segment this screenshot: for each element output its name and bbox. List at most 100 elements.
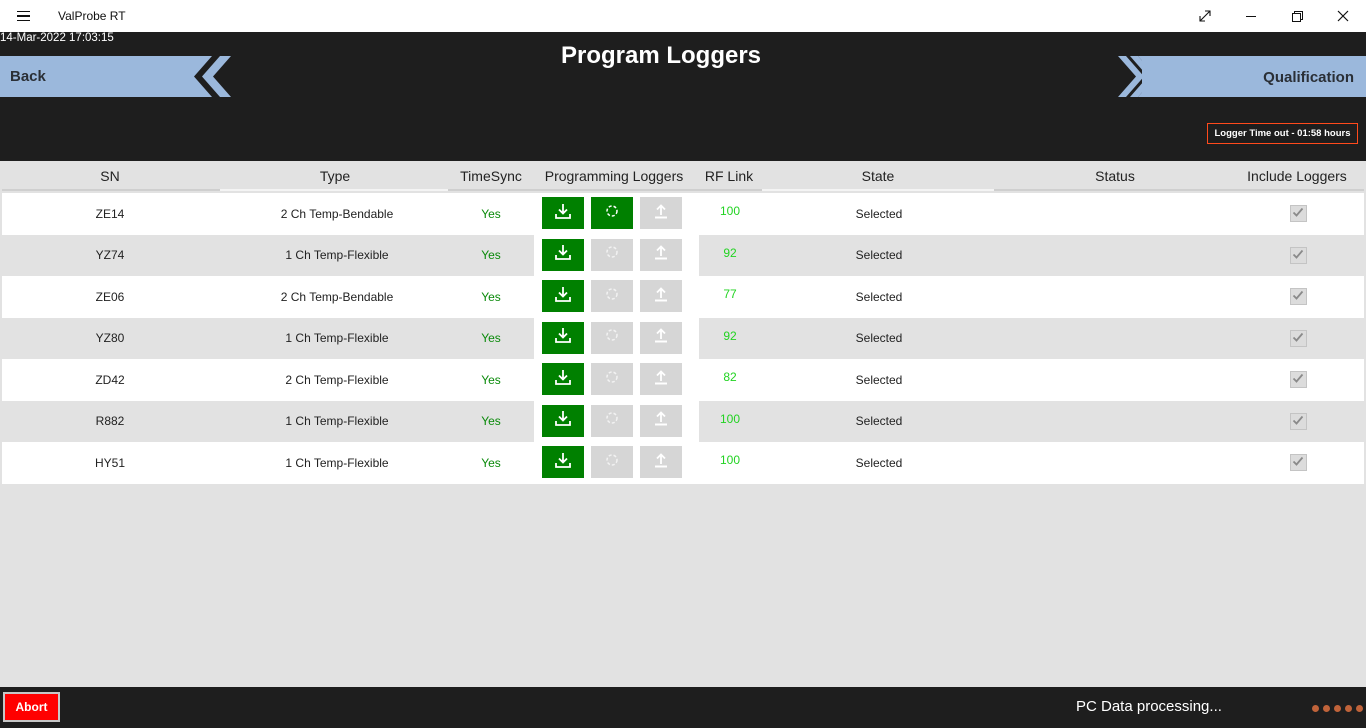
- cell-sn: YZ80: [95, 331, 125, 346]
- sync-icon: [605, 245, 619, 264]
- col-header-timesync[interactable]: TimeSync: [448, 168, 534, 184]
- download-button[interactable]: [542, 404, 584, 437]
- upload-button[interactable]: [640, 446, 682, 478]
- cell-sn: HY51: [94, 455, 126, 470]
- table-row[interactable]: R882 1 Ch Temp-Flexible Yes 100 Selected: [2, 400, 1364, 443]
- fullscreen-icon[interactable]: [1182, 0, 1228, 32]
- cell-state: Selected: [855, 414, 903, 429]
- upload-icon: [652, 326, 670, 349]
- cell-rf-link: 100: [719, 453, 741, 467]
- sync-icon: [605, 287, 619, 306]
- table-row[interactable]: HY51 1 Ch Temp-Flexible Yes 100 Selected: [2, 442, 1364, 484]
- minimize-icon[interactable]: [1228, 0, 1274, 32]
- hamburger-icon[interactable]: [8, 2, 38, 30]
- cell-state: Selected: [855, 372, 903, 387]
- download-button[interactable]: [542, 446, 584, 478]
- col-header-state[interactable]: State: [764, 168, 992, 184]
- cell-sn: R882: [95, 414, 125, 429]
- checkmark-icon: [1292, 414, 1304, 429]
- chevron-left-icon: [190, 56, 231, 97]
- table-row[interactable]: YZ74 1 Ch Temp-Flexible Yes 92 Selected: [2, 234, 1364, 276]
- title-bar: ValProbe RT: [0, 0, 1366, 32]
- cell-status: [992, 359, 1238, 401]
- include-checkbox[interactable]: [1289, 329, 1307, 347]
- sync-button[interactable]: [591, 280, 633, 312]
- include-checkbox-cell: [1238, 318, 1358, 360]
- qualification-button[interactable]: Qualification: [1116, 56, 1366, 97]
- download-button[interactable]: [542, 363, 584, 395]
- cell-sn: ZE06: [95, 289, 125, 304]
- cell-type: 1 Ch Temp-Flexible: [285, 455, 389, 470]
- upload-icon: [652, 409, 670, 432]
- checkmark-icon: [1292, 455, 1304, 470]
- table-row[interactable]: ZD42 2 Ch Temp-Flexible Yes 82 Selected: [2, 359, 1364, 401]
- sync-button[interactable]: [591, 404, 633, 437]
- upload-icon: [652, 368, 670, 391]
- sync-button[interactable]: [591, 321, 633, 354]
- cell-sn: YZ74: [95, 248, 125, 263]
- cell-timesync: Yes: [481, 414, 501, 429]
- col-header-include[interactable]: Include Loggers: [1238, 168, 1356, 184]
- download-button[interactable]: [542, 280, 584, 312]
- col-header-rf-link[interactable]: RF Link: [694, 168, 764, 184]
- cell-sn: ZE14: [95, 206, 125, 221]
- download-button[interactable]: [542, 197, 584, 229]
- include-checkbox[interactable]: [1289, 454, 1307, 472]
- sync-button[interactable]: [591, 446, 633, 478]
- download-icon: [554, 243, 572, 266]
- sync-button[interactable]: [591, 238, 633, 271]
- include-checkbox[interactable]: [1289, 371, 1307, 389]
- upload-button[interactable]: [640, 363, 682, 395]
- download-icon: [554, 451, 572, 474]
- checkmark-icon: [1292, 331, 1304, 346]
- cell-state: Selected: [855, 206, 903, 221]
- cell-status: [992, 276, 1238, 318]
- upload-button[interactable]: [640, 404, 682, 437]
- upload-button[interactable]: [640, 197, 682, 229]
- checkmark-icon: [1292, 206, 1304, 221]
- download-icon: [554, 409, 572, 432]
- col-header-sn[interactable]: SN: [2, 168, 218, 184]
- sync-button[interactable]: [591, 363, 633, 395]
- include-checkbox[interactable]: [1289, 288, 1307, 306]
- sync-icon: [605, 328, 619, 347]
- table-header: SN Type TimeSync Programming Loggers RF …: [2, 163, 1364, 191]
- back-button[interactable]: Back: [0, 56, 232, 97]
- logger-timeout-badge: Logger Time out - 01:58 hours: [1207, 123, 1358, 144]
- download-icon: [554, 368, 572, 391]
- upload-button[interactable]: [640, 321, 682, 354]
- cell-timesync: Yes: [481, 248, 501, 263]
- upload-button[interactable]: [640, 280, 682, 312]
- include-checkbox[interactable]: [1289, 412, 1307, 430]
- checkmark-icon: [1292, 372, 1304, 387]
- col-header-status[interactable]: Status: [992, 168, 1238, 184]
- restore-icon[interactable]: [1274, 0, 1320, 32]
- col-header-type[interactable]: Type: [222, 168, 448, 184]
- col-header-programming[interactable]: Programming Loggers: [534, 168, 694, 184]
- cell-state: Selected: [855, 248, 903, 263]
- cell-timesync: Yes: [481, 455, 501, 470]
- sync-icon: [605, 204, 619, 223]
- cell-rf-link: 100: [719, 204, 741, 218]
- include-checkbox-cell: [1238, 401, 1358, 443]
- cell-sn: ZD42: [95, 372, 125, 387]
- download-button[interactable]: [542, 238, 584, 271]
- table-row[interactable]: YZ80 1 Ch Temp-Flexible Yes 92 Selected: [2, 317, 1364, 360]
- upload-button[interactable]: [640, 238, 682, 271]
- include-checkbox-cell: [1238, 276, 1358, 318]
- table-row[interactable]: ZE14 2 Ch Temp-Bendable Yes 100 Selected: [2, 193, 1364, 235]
- download-icon: [554, 326, 572, 349]
- table-row[interactable]: ZE06 2 Ch Temp-Bendable Yes 77 Selected: [2, 276, 1364, 318]
- upload-icon: [652, 451, 670, 474]
- download-button[interactable]: [542, 321, 584, 354]
- include-checkbox-cell: [1238, 193, 1358, 235]
- loading-dots-icon: [1312, 705, 1363, 712]
- table-body: ZE14 2 Ch Temp-Bendable Yes 100 Selected YZ74…: [2, 193, 1364, 484]
- cell-type: 2 Ch Temp-Bendable: [280, 206, 394, 221]
- close-icon[interactable]: [1320, 0, 1366, 32]
- include-checkbox[interactable]: [1289, 205, 1307, 223]
- sync-button[interactable]: [591, 197, 633, 229]
- abort-button[interactable]: Abort: [3, 692, 60, 722]
- header-divider: [220, 189, 448, 191]
- include-checkbox[interactable]: [1289, 246, 1307, 264]
